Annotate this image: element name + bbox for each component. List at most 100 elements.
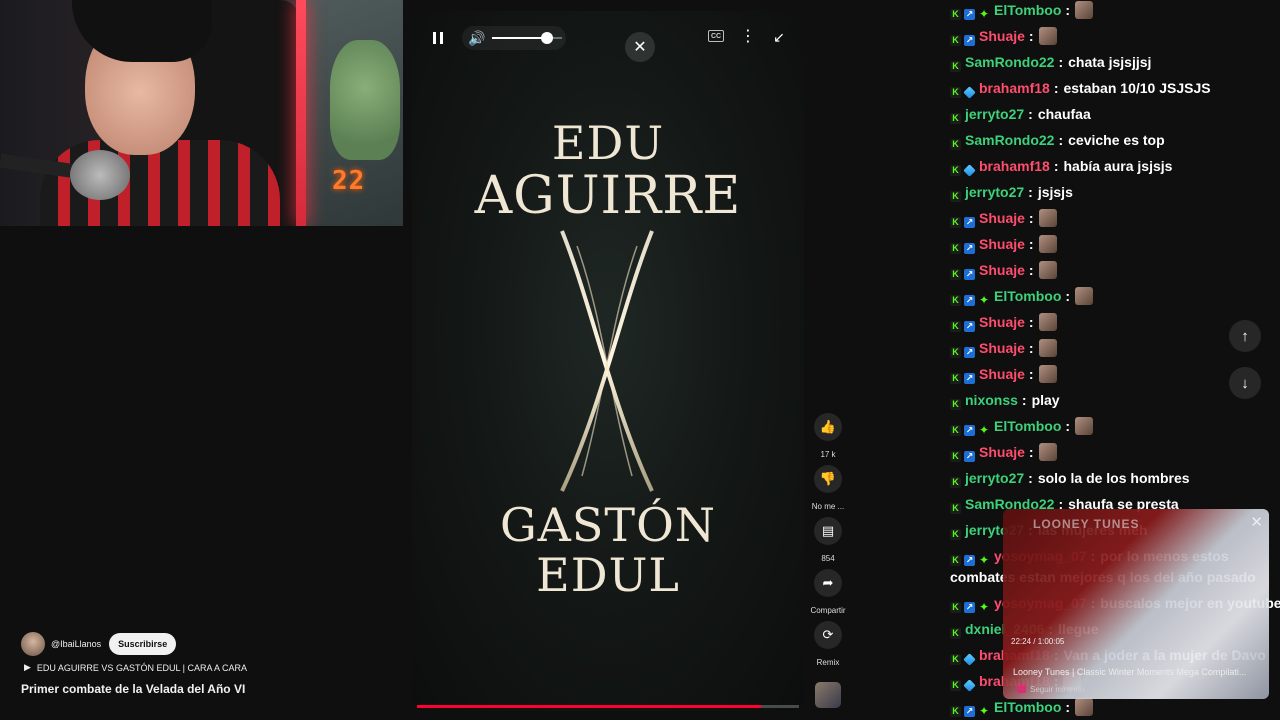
poster-name-2: AGUIRRE — [474, 166, 742, 226]
close-button[interactable]: ✕ — [625, 32, 655, 62]
emote-image — [1038, 443, 1057, 461]
scroll-up-button[interactable]: ↑ — [1229, 320, 1261, 352]
captions-button[interactable]: CC — [708, 30, 724, 42]
kick-badge-icon: K — [950, 139, 961, 150]
dislike-button[interactable]: 👎 No me ... — [808, 465, 848, 511]
chat-separator: : — [1058, 132, 1064, 148]
chat-username[interactable]: ElTomboo — [994, 288, 1061, 304]
chat-username[interactable]: Shuaje — [979, 28, 1025, 44]
subscriber-badge-icon — [963, 86, 976, 99]
chat-username[interactable]: jerryto27 — [965, 184, 1024, 200]
thumbs-up-icon: 👍 — [814, 413, 842, 441]
share-label: Compartir — [810, 606, 846, 615]
volume-slider[interactable] — [492, 32, 562, 44]
chat-username[interactable]: ElTomboo — [994, 418, 1061, 434]
player-controls: 🔊 ✕ CC ⋮ ↙ — [412, 11, 804, 71]
badge-group: K ↗ — [950, 321, 975, 332]
play-icon: ▶ — [24, 662, 31, 672]
chat-username[interactable]: brahamf18 — [979, 80, 1050, 96]
chat-username[interactable]: Shuaje — [979, 262, 1025, 278]
chat-message: K ↗ ✦ ElTomboo: — [950, 287, 1094, 307]
progress-bar[interactable] — [417, 705, 799, 708]
avatar[interactable] — [21, 632, 45, 656]
chat-text: jsjsjs — [1037, 184, 1073, 200]
chat-username[interactable]: Shuaje — [979, 314, 1025, 330]
kick-badge-icon: K — [950, 217, 961, 228]
comments-count: 854 — [821, 554, 835, 563]
chat-text: chata jsjsjjsj — [1068, 54, 1152, 70]
playlist-title: EDU AGUIRRE VS GASTÓN EDUL | CARA A CARA — [36, 662, 247, 673]
subscriber-badge-icon — [963, 653, 976, 666]
star-badge-icon: ✦ — [978, 704, 990, 718]
chat-username[interactable]: brahamf18 — [979, 158, 1050, 174]
mini-player-channel: Seguir mirando — [1017, 684, 1084, 694]
badge-group: K — [950, 679, 976, 692]
chat-username[interactable]: Shuaje — [979, 210, 1025, 226]
chat-username[interactable]: Shuaje — [979, 340, 1025, 356]
pause-button[interactable] — [426, 27, 450, 49]
chat-message: Kbrahamf18: había aura jsjsjs — [950, 157, 1172, 177]
star-badge-icon: ✦ — [978, 600, 990, 614]
badge-group: K — [950, 164, 976, 177]
comments-button[interactable]: ▤ 854 — [808, 517, 848, 563]
chat-separator: : — [1028, 28, 1034, 44]
chat-username[interactable]: nixonss — [965, 392, 1018, 408]
poster-x-graphic — [560, 230, 654, 492]
playlist-link[interactable]: ▶ EDU AGUIRRE VS GASTÓN EDUL | CARA A CA… — [24, 662, 247, 673]
emote-image — [1038, 209, 1057, 227]
mini-player-brand: LOONEY TUNES — [1033, 517, 1140, 531]
star-badge-icon: ✦ — [978, 423, 990, 437]
chat-username[interactable]: Shuaje — [979, 366, 1025, 382]
chat-separator: : — [1028, 184, 1033, 200]
chat-message: K ↗ Shuaje: — [950, 27, 1057, 46]
mini-player[interactable]: LOONEY TUNES ✕ 22:24 / 1:00:05 Looney Tu… — [1003, 509, 1269, 699]
more-options-button[interactable]: ⋮ — [740, 28, 756, 46]
chat-username[interactable]: Shuaje — [979, 236, 1025, 252]
star-badge-icon: ✦ — [978, 293, 990, 307]
badge-group: K ↗ ✦ — [950, 293, 990, 307]
badge-group: K ↗ ✦ — [950, 8, 990, 20]
remix-icon: ⟳ — [814, 621, 842, 649]
volume-control[interactable]: 🔊 — [462, 26, 566, 50]
chat-text: play — [1031, 392, 1060, 408]
kick-badge-icon: K — [950, 529, 961, 540]
poster-name-3: GASTÓN — [499, 498, 717, 552]
chat-separator: : — [1028, 262, 1034, 278]
share-button[interactable]: ➦ Compartir — [808, 569, 848, 615]
volume-icon[interactable]: 🔊 — [468, 30, 485, 46]
chat-username[interactable]: SamRondo22 — [965, 54, 1054, 70]
mini-player-title[interactable]: Looney Tunes | Classic Winter Moments Me… — [1013, 667, 1263, 677]
dislike-label: No me ... — [811, 502, 845, 511]
chat-message: Kjerryto27: jsjsjs — [950, 183, 1073, 202]
chat-username[interactable]: jerryto27 — [965, 106, 1024, 122]
badge-group: K — [950, 139, 961, 150]
chat-username[interactable]: Shuaje — [979, 444, 1025, 460]
subscribe-button[interactable]: Suscribirse — [109, 633, 177, 655]
collapse-icon[interactable]: ↙ — [770, 28, 788, 46]
badge-group: K — [950, 529, 961, 540]
chat-username[interactable]: jerryto27 — [965, 470, 1024, 486]
chat-username[interactable]: ElTomboo — [994, 699, 1061, 715]
chat-username[interactable]: ElTomboo — [994, 2, 1061, 18]
poster-name-1: EDU — [551, 116, 665, 170]
chat-separator: : — [1053, 80, 1059, 96]
kick-badge-icon: K — [950, 243, 961, 254]
remix-button[interactable]: ⟳ Remix — [808, 621, 848, 667]
moderator-badge-icon: ↗ — [964, 217, 975, 228]
channel-handle[interactable]: @IbaiLlanos — [51, 639, 101, 649]
sound-avatar[interactable] — [815, 682, 841, 708]
chat-separator: : — [1028, 340, 1034, 356]
kick-badge-icon: K — [950, 628, 961, 639]
shorts-player[interactable]: 🔊 ✕ CC ⋮ ↙ EDU AGUIRRE GASTÓN EDUL — [412, 11, 804, 711]
kick-badge-icon: K — [950, 477, 961, 488]
like-button[interactable]: 👍 17 k — [808, 413, 848, 459]
kick-badge-icon: K — [950, 399, 961, 410]
moderator-badge-icon: ↗ — [964, 373, 975, 384]
volume-knob[interactable] — [540, 32, 553, 44]
kick-badge-icon: K — [950, 191, 961, 202]
chat-username[interactable]: SamRondo22 — [965, 132, 1054, 148]
chat-text: estaban 10/10 JSJSJS — [1063, 80, 1211, 96]
kick-badge-icon: K — [950, 654, 961, 665]
close-icon[interactable]: ✕ — [1250, 513, 1263, 531]
scroll-down-button[interactable]: ↓ — [1229, 367, 1261, 399]
